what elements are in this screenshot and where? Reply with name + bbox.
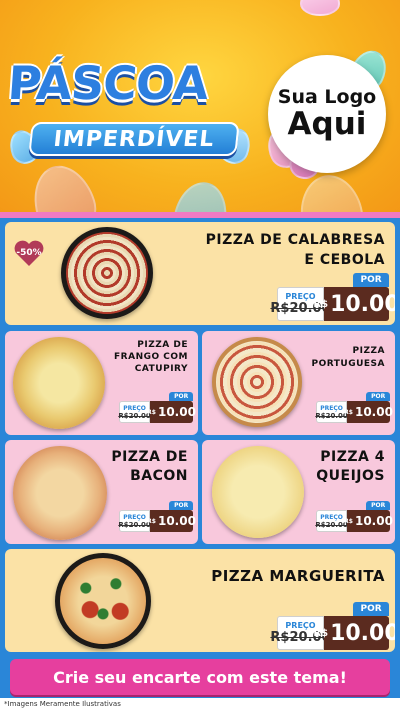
easter-egg-decoration <box>300 0 340 16</box>
price-por-label: POR <box>353 602 389 616</box>
price-tag: POR PREÇO R$20.00 R$ 10.00 <box>270 602 395 650</box>
product-card-marguerita[interactable]: PIZZA MARGUERITA POR PREÇO R$20.00 R$ 10… <box>5 549 395 652</box>
price-tag: POR PREÇO R$20.00 R$ 10.00 <box>315 501 393 532</box>
product-name: PIZZA MARGUERITA <box>211 567 385 585</box>
price-tag: POR PREÇO R$20.00 R$ 10.00 <box>118 501 196 532</box>
create-flyer-button[interactable]: Crie seu encarte com este tema! <box>10 659 390 695</box>
new-price-box: R$ 10.00 <box>313 616 395 650</box>
new-price-box: R$ 10.00 <box>313 287 395 321</box>
old-price-box: PREÇO R$20.00 <box>315 510 348 532</box>
product-name: PIZZA DE FRANGO COM CATUPIRY <box>114 340 188 375</box>
pizza-image <box>55 553 151 649</box>
old-price-label: PREÇO <box>123 404 146 412</box>
old-price-box: PREÇO R$20.00 <box>118 401 151 423</box>
old-price: R$20.00 <box>118 411 151 420</box>
page-subtitle: IMPERDÍVEL <box>28 122 240 156</box>
logo-text-line2: Aqui <box>287 106 367 143</box>
product-card-4-queijos[interactable]: PIZZA 4 QUEIJOS POR PREÇO R$20.00 R$ 10.… <box>202 440 395 544</box>
price-tag: POR PREÇO R$20.00 R$ 10.00 <box>315 392 393 423</box>
pizza-image <box>212 337 302 427</box>
new-price: 10.00 <box>330 620 395 646</box>
old-price-label: PREÇO <box>285 292 316 301</box>
pizza-image <box>13 446 107 540</box>
currency-symbol: R$ <box>147 408 156 416</box>
disclaimer-note: *Imagens Meramente Ilustrativas <box>4 700 121 708</box>
pizza-image <box>13 337 105 429</box>
pizza-image <box>61 227 153 319</box>
price-por-label: POR <box>353 273 389 287</box>
logo-placeholder[interactable]: Sua Logo Aqui <box>268 55 386 173</box>
price-tag: POR PREÇO R$20.00 R$ 10.00 <box>270 273 395 321</box>
product-card-portuguesa[interactable]: PIZZA PORTUGUESA POR PREÇO R$20.00 R$ 10… <box>202 331 395 435</box>
price-tag: POR PREÇO R$20.00 R$ 10.00 <box>118 392 196 423</box>
product-name: PIZZA DE CALABRESA E CEBOLA <box>205 232 385 269</box>
logo-text-line1: Sua Logo <box>277 85 377 108</box>
product-name: PIZZA DE BACON <box>111 449 188 484</box>
old-price: R$20.00 <box>315 520 348 529</box>
price-por-label: POR <box>169 392 193 401</box>
currency-symbol: R$ <box>344 517 353 525</box>
header-banner: PÁSCOA IMPERDÍVEL Sua Logo Aqui <box>0 0 400 218</box>
pizza-image <box>212 446 304 538</box>
product-name: PIZZA PORTUGUESA <box>311 346 385 370</box>
old-price-box: PREÇO R$20.00 <box>118 510 151 532</box>
discount-badge: -50% <box>13 239 45 267</box>
new-price-box: R$ 10.00 <box>147 401 196 423</box>
easter-egg-decoration <box>24 157 104 218</box>
currency-symbol: R$ <box>344 408 353 416</box>
price-por-label: POR <box>366 392 390 401</box>
new-price: 10.00 <box>354 514 393 528</box>
new-price: 10.00 <box>354 405 393 419</box>
currency-symbol: R$ <box>313 627 329 639</box>
new-price-box: R$ 10.00 <box>344 510 393 532</box>
old-price-label: PREÇO <box>123 513 146 521</box>
new-price: 10.00 <box>157 405 196 419</box>
old-price-label: PREÇO <box>320 404 343 412</box>
currency-symbol: R$ <box>313 298 329 310</box>
new-price-box: R$ 10.00 <box>344 401 393 423</box>
product-card-frango[interactable]: PIZZA DE FRANGO COM CATUPIRY POR PREÇO R… <box>5 331 198 435</box>
new-price: 10.00 <box>157 514 196 528</box>
product-card-calabresa[interactable]: -50% PIZZA DE CALABRESA E CEBOLA POR PRE… <box>5 222 395 325</box>
new-price-box: R$ 10.00 <box>147 510 196 532</box>
new-price: 10.00 <box>330 291 395 317</box>
product-name: PIZZA 4 QUEIJOS <box>316 449 385 484</box>
page-title: PÁSCOA <box>6 56 210 110</box>
old-price-label: PREÇO <box>285 621 316 630</box>
product-card-bacon[interactable]: PIZZA DE BACON POR PREÇO R$20.00 R$ 10.0… <box>5 440 198 544</box>
old-price: R$20.00 <box>118 520 151 529</box>
currency-symbol: R$ <box>147 517 156 525</box>
price-por-label: POR <box>366 501 390 510</box>
old-price-box: PREÇO R$20.00 <box>315 401 348 423</box>
old-price: R$20.00 <box>315 411 348 420</box>
price-por-label: POR <box>169 501 193 510</box>
old-price-label: PREÇO <box>320 513 343 521</box>
